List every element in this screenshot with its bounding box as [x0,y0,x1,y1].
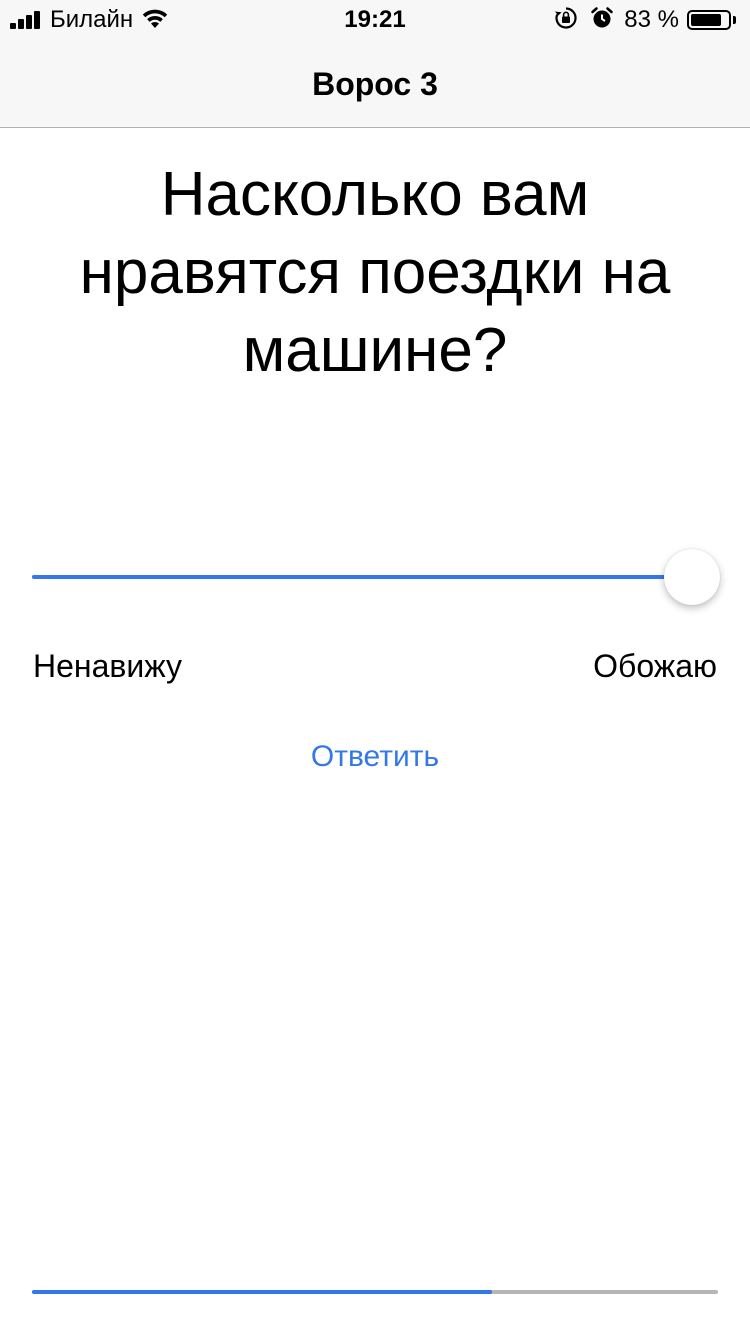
alarm-icon [590,6,614,35]
status-bar-right: 83 % [554,6,736,34]
battery-icon [687,10,731,30]
slider-max-label: Обожаю [593,648,717,684]
battery-cap [733,16,736,24]
orientation-lock-icon [554,6,578,35]
battery-level-fill [691,14,721,26]
page-title: Ворос 3 [312,66,438,102]
navigation-bar: Ворос 3 [0,40,750,128]
progress-fill [32,1290,492,1294]
status-bar: Билайн 19:21 83 % [0,0,750,40]
slider-min-label: Ненавижу [33,648,183,684]
slider-fill [32,575,692,579]
rating-slider[interactable] [32,548,720,606]
battery-percentage: 83 % [624,6,679,33]
question-text: Насколько вам нравятся поездки на машине… [79,160,671,385]
answer-button[interactable]: Ответить [0,740,750,774]
slider-thumb[interactable] [664,549,720,605]
survey-progress-bar [32,1290,718,1294]
